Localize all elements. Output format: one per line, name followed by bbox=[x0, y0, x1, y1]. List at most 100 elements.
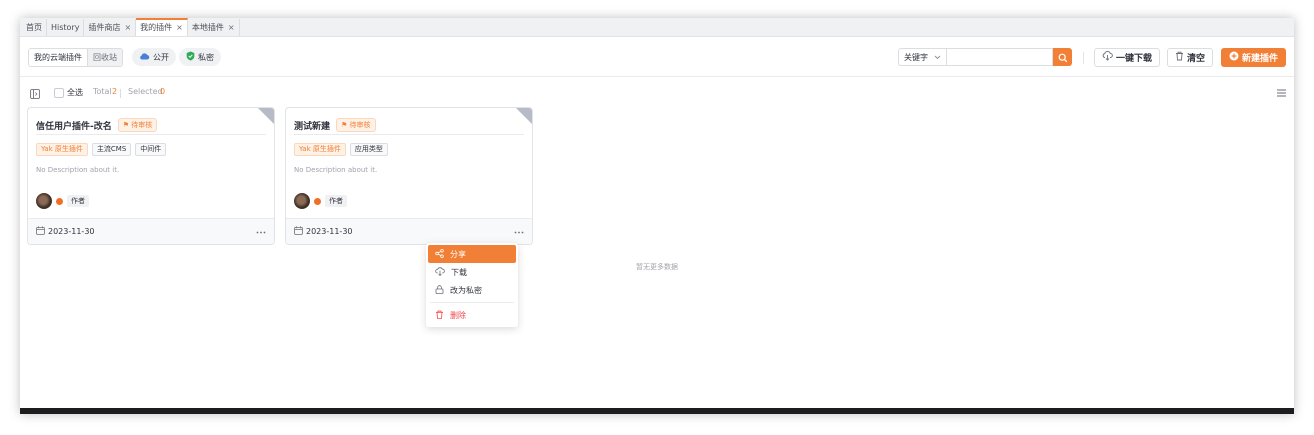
trash-icon bbox=[435, 310, 444, 321]
more-options-icon[interactable] bbox=[256, 227, 266, 236]
new-plugin-label: 新建插件 bbox=[1242, 54, 1279, 64]
menu-item-make-private[interactable]: 改为私密 bbox=[428, 281, 516, 299]
plugin-date: 2023-11-30 bbox=[306, 227, 353, 236]
search-input[interactable] bbox=[946, 48, 1053, 66]
tag: 应用类型 bbox=[349, 143, 388, 156]
plugin-card[interactable]: 测试新建 ⚑ 待审核 Yak 原生插件 应用类型 No Description … bbox=[285, 107, 533, 245]
menu-item-label: 改为私密 bbox=[450, 285, 482, 295]
app-window: 首页 History 插件商店 × 我的插件 × 本地插件 × 我的云端插件 回收站 … bbox=[20, 18, 1294, 414]
plugin-description: No Description about it. bbox=[294, 166, 378, 174]
toolbar: 我的云端插件 回收站 公开 私密 关键字 一键下载 清空 新建插件 bbox=[20, 45, 1294, 69]
private-label: 私密 bbox=[198, 52, 214, 62]
select-all-label: 全选 bbox=[67, 88, 83, 97]
close-icon[interactable]: × bbox=[176, 20, 183, 36]
author-tag: 作者 bbox=[325, 195, 347, 207]
menu-item-delete[interactable]: 删除 bbox=[428, 306, 516, 324]
tab-history[interactable]: History bbox=[47, 19, 85, 36]
plugin-card[interactable]: 信任用户插件-改名 ⚑ 待审核 Yak 原生插件 主流CMS 中间件 No De… bbox=[27, 107, 275, 245]
tag: 主流CMS bbox=[91, 143, 132, 156]
card-title-row: 测试新建 ⚑ 待审核 bbox=[294, 118, 376, 132]
author-row: 作者 bbox=[36, 193, 89, 209]
card-divider bbox=[294, 134, 524, 135]
list-view-icon[interactable] bbox=[1277, 89, 1286, 99]
calendar-icon bbox=[36, 226, 45, 237]
tab-label: 我的插件 bbox=[140, 23, 173, 32]
menu-item-share[interactable]: 分享 bbox=[428, 245, 516, 263]
orange-fruit-icon bbox=[314, 197, 321, 205]
tag: Yak 原生插件 bbox=[294, 143, 346, 156]
flag-icon: ⚑ bbox=[341, 121, 348, 129]
status-badge: ⚑ 待审核 bbox=[117, 118, 158, 132]
card-context-menu: 分享 下载 改为私密 删除 bbox=[426, 243, 518, 327]
plus-circle-icon bbox=[1229, 51, 1239, 64]
selected-label: Selected bbox=[128, 87, 163, 96]
orange-fruit-icon bbox=[56, 197, 63, 205]
calendar-icon bbox=[294, 226, 303, 237]
menu-item-label: 分享 bbox=[450, 249, 466, 259]
plugin-title: 信任用户插件-改名 bbox=[36, 121, 112, 132]
tab-home[interactable]: 首页 bbox=[22, 19, 47, 36]
source-segmented-control: 我的云端插件 回收站 bbox=[28, 48, 123, 67]
tab-label: History bbox=[51, 22, 80, 32]
more-options-icon[interactable] bbox=[514, 227, 524, 236]
date-group: 2023-11-30 bbox=[36, 226, 95, 237]
card-corner-marker bbox=[516, 108, 532, 124]
no-more-data-text: 暂无更多数据 bbox=[636, 263, 678, 271]
tag: Yak 原生插件 bbox=[36, 143, 88, 156]
chevron-down-icon bbox=[934, 53, 941, 62]
new-plugin-button[interactable]: 新建插件 bbox=[1221, 48, 1287, 67]
tab-local-plugins[interactable]: 本地插件 × bbox=[188, 19, 240, 36]
cloud-download-icon bbox=[1102, 50, 1113, 64]
select-all-checkbox[interactable] bbox=[54, 88, 64, 98]
search-group: 关键字 bbox=[898, 48, 1072, 66]
clear-label: 清空 bbox=[1187, 54, 1206, 64]
private-filter-button[interactable]: 私密 bbox=[179, 48, 221, 66]
keyword-select-value: 关键字 bbox=[904, 52, 928, 62]
lock-icon bbox=[435, 284, 444, 296]
close-icon[interactable]: × bbox=[124, 20, 131, 36]
clear-button[interactable]: 清空 bbox=[1167, 48, 1214, 67]
cloud-icon bbox=[139, 52, 150, 62]
download-all-button[interactable]: 一键下载 bbox=[1094, 48, 1161, 67]
total-label: Total bbox=[93, 87, 112, 96]
close-icon[interactable]: × bbox=[228, 20, 235, 36]
card-divider bbox=[36, 134, 266, 135]
tab-label: 首页 bbox=[26, 22, 42, 32]
flag-icon: ⚑ bbox=[122, 121, 130, 129]
card-title-row: 信任用户插件-改名 ⚑ 待审核 bbox=[36, 118, 158, 132]
menu-divider bbox=[430, 302, 514, 303]
avatar[interactable] bbox=[294, 193, 310, 209]
toolbar-divider bbox=[1083, 52, 1084, 64]
status-text: 待审核 bbox=[131, 121, 153, 129]
public-label: 公开 bbox=[153, 52, 169, 62]
public-filter-button[interactable]: 公开 bbox=[132, 48, 176, 66]
tab-bar: 首页 History 插件商店 × 我的插件 × 本地插件 × bbox=[20, 18, 1294, 37]
author-tag: 作者 bbox=[67, 195, 89, 207]
tag-list: Yak 原生插件 应用类型 bbox=[294, 143, 388, 156]
stat-divider bbox=[120, 89, 121, 98]
download-all-label: 一键下载 bbox=[1116, 54, 1153, 64]
plugin-description: No Description about it. bbox=[36, 166, 120, 174]
date-group: 2023-11-30 bbox=[294, 226, 353, 237]
keyword-type-select[interactable]: 关键字 bbox=[898, 48, 946, 66]
bottom-bar bbox=[20, 408, 1294, 414]
segment-recycle-bin[interactable]: 回收站 bbox=[88, 49, 122, 66]
card-footer: 2023-11-30 bbox=[28, 218, 274, 244]
total-count: 2 bbox=[112, 87, 118, 96]
tab-label: 本地插件 bbox=[191, 22, 224, 32]
selection-bar: 全选 Total 2 Selected 0 bbox=[20, 86, 1294, 102]
tab-my-plugins[interactable]: 我的插件 × bbox=[136, 18, 188, 36]
card-footer: 2023-11-30 bbox=[286, 218, 532, 244]
sidebar-toggle-icon[interactable] bbox=[30, 89, 40, 101]
plugin-title: 测试新建 bbox=[294, 121, 331, 132]
plugin-date: 2023-11-30 bbox=[48, 227, 95, 236]
selected-count: 0 bbox=[160, 87, 166, 96]
search-icon bbox=[1058, 48, 1068, 67]
author-row: 作者 bbox=[294, 193, 347, 209]
status-text: 待审核 bbox=[349, 121, 371, 129]
avatar[interactable] bbox=[36, 193, 52, 209]
tab-plugin-store[interactable]: 插件商店 × bbox=[84, 19, 137, 36]
segment-cloud-plugins[interactable]: 我的云端插件 bbox=[29, 49, 88, 66]
search-button[interactable] bbox=[1053, 48, 1072, 66]
card-corner-marker bbox=[258, 108, 274, 124]
